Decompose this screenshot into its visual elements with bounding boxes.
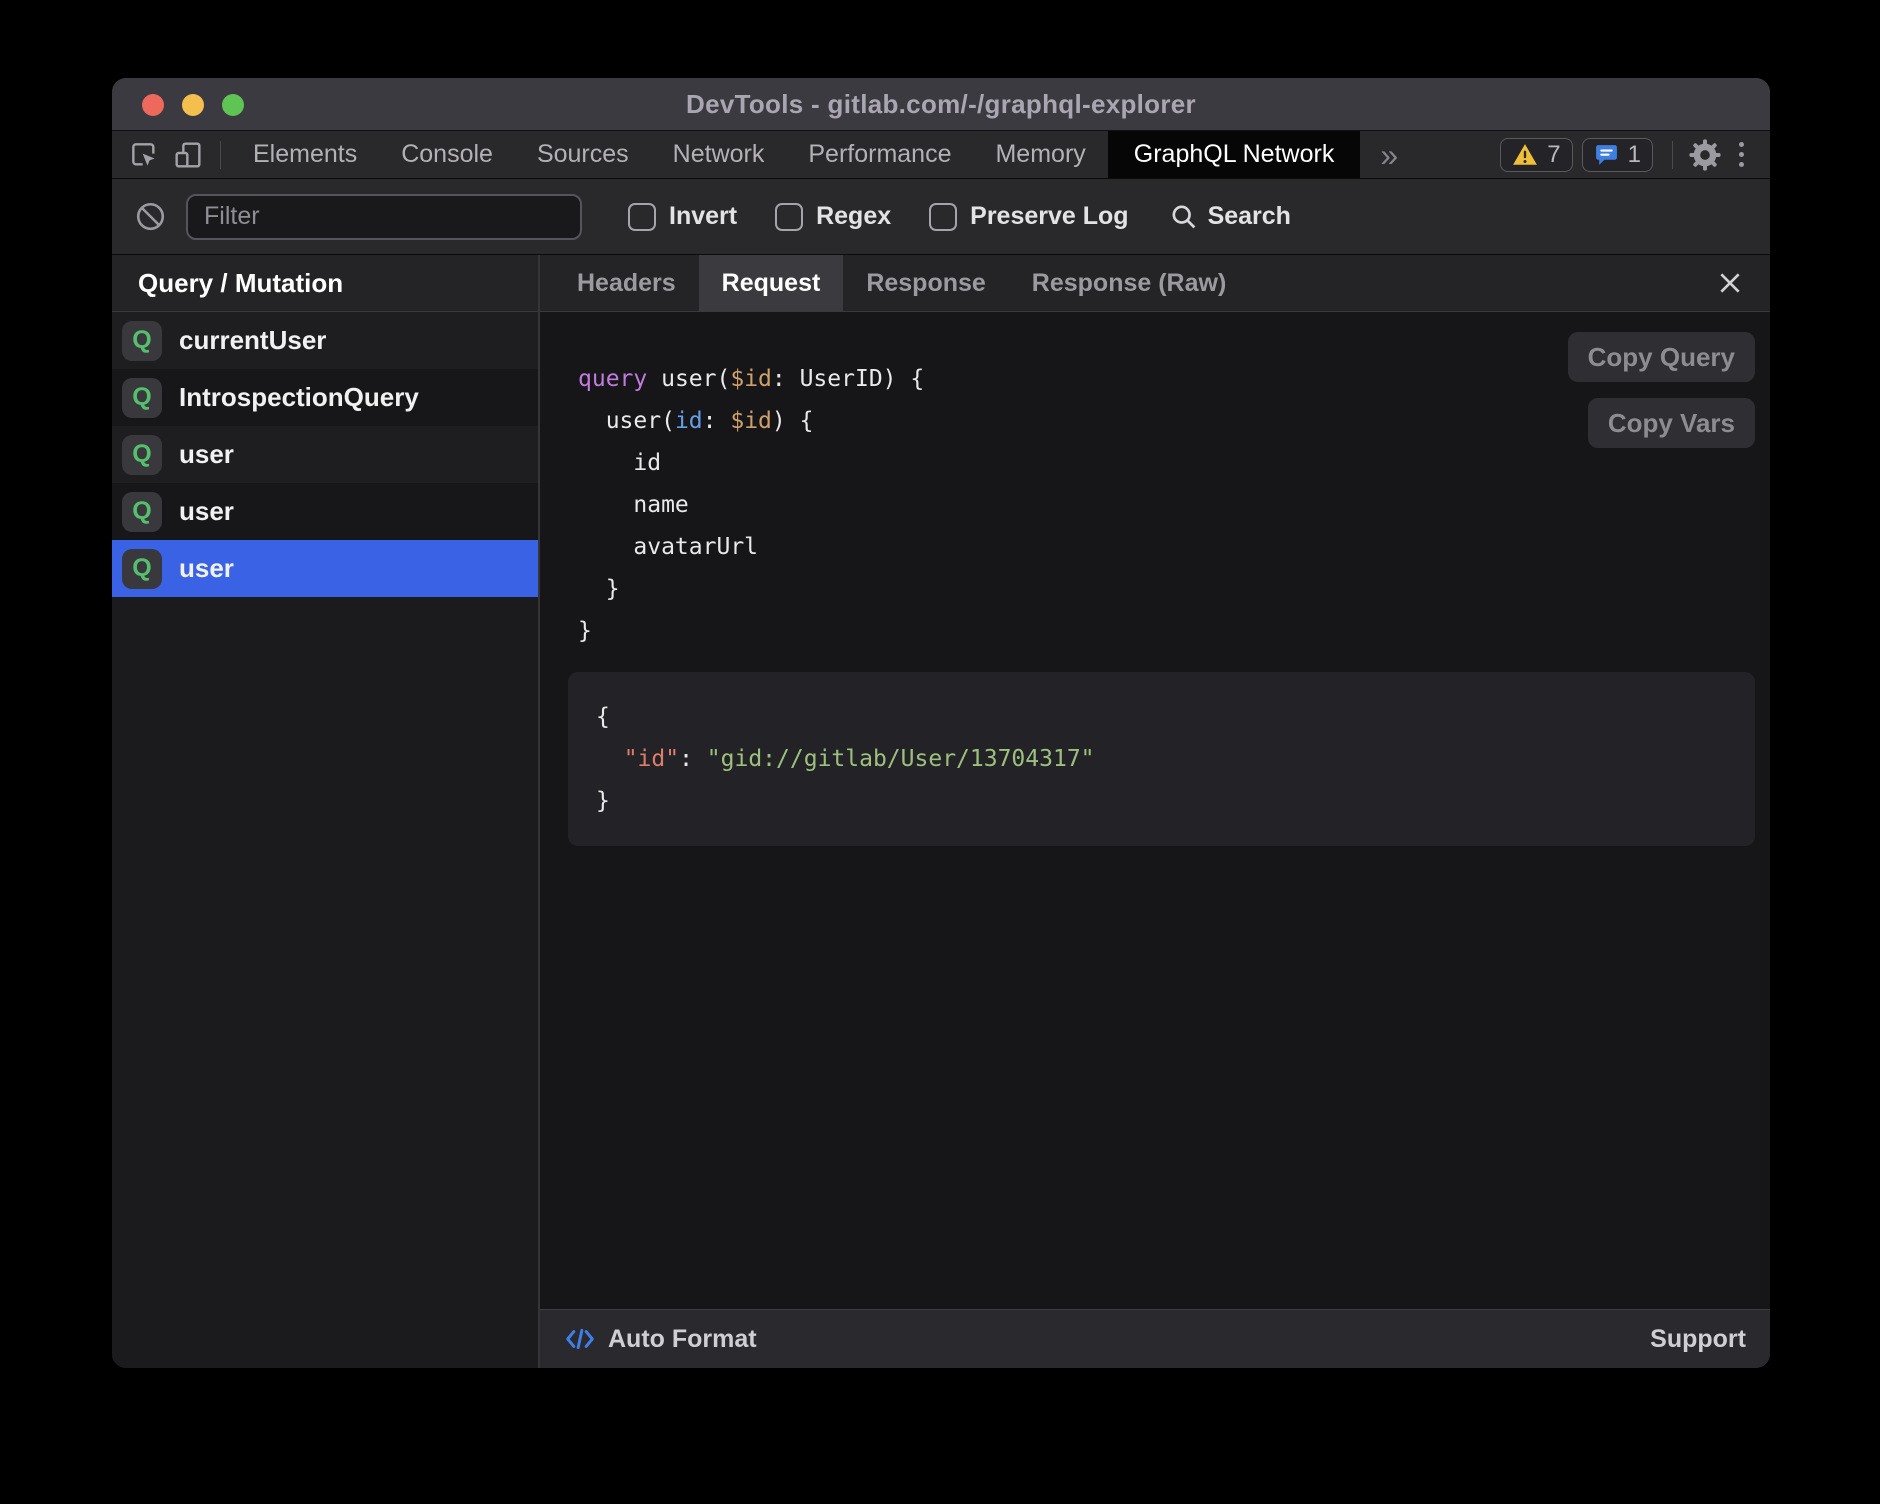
variables-box: { "id": "gid://gitlab/User/13704317"}: [568, 672, 1755, 846]
list-item-label: IntrospectionQuery: [179, 382, 419, 413]
list-item-label: user: [179, 496, 234, 527]
checkbox-box[interactable]: [628, 203, 656, 231]
checkbox-preserve-log[interactable]: Preserve Log: [929, 202, 1128, 231]
query-type-badge: Q: [122, 549, 162, 589]
checkbox-regex[interactable]: Regex: [775, 202, 891, 231]
checkbox-label: Regex: [816, 202, 891, 231]
tab-console[interactable]: Console: [379, 131, 515, 178]
list-item-label: currentUser: [179, 325, 326, 356]
tab-performance[interactable]: Performance: [786, 131, 973, 178]
copy-query-button[interactable]: Copy Query: [1568, 332, 1755, 382]
tab-elements[interactable]: Elements: [231, 131, 379, 178]
window-title: DevTools - gitlab.com/-/graphql-explorer: [686, 89, 1196, 120]
settings-gear-icon[interactable]: [1683, 131, 1727, 179]
filter-input[interactable]: [186, 194, 582, 240]
toolbar-divider: [220, 141, 221, 169]
auto-format-label[interactable]: Auto Format: [608, 1325, 757, 1354]
list-item-user[interactable]: Quser: [112, 426, 538, 483]
detail-tab-response-raw[interactable]: Response (Raw): [1009, 255, 1249, 311]
variables-code: { "id": "gid://gitlab/User/13704317"}: [596, 696, 1727, 822]
checkbox-box[interactable]: [775, 203, 803, 231]
inspect-element-icon[interactable]: [122, 131, 166, 179]
auto-format-icon[interactable]: [564, 1324, 596, 1354]
tab-sources[interactable]: Sources: [515, 131, 651, 178]
code-line: }: [578, 610, 1755, 652]
code-line: avatarUrl: [578, 526, 1755, 568]
sidebar-filler: [112, 597, 538, 1368]
more-options-kebab-icon[interactable]: [1727, 142, 1756, 167]
issues-count: 1: [1628, 141, 1641, 169]
warning-icon: [1512, 143, 1538, 167]
device-toolbar-icon[interactable]: [166, 131, 210, 179]
sidebar-header: Query / Mutation: [112, 255, 538, 312]
tab-network[interactable]: Network: [651, 131, 787, 178]
query-type-badge: Q: [122, 435, 162, 475]
warnings-count: 7: [1547, 141, 1560, 169]
detail-tab-headers[interactable]: Headers: [554, 255, 699, 311]
devtools-tab-strip: ElementsConsoleSourcesNetworkPerformance…: [231, 131, 1360, 178]
search-label: Search: [1208, 202, 1291, 231]
checkbox-invert[interactable]: Invert: [628, 202, 737, 231]
tab-memory[interactable]: Memory: [973, 131, 1107, 178]
sidebar: Query / Mutation QcurrentUserQIntrospect…: [112, 255, 540, 1368]
detail-tab-strip: HeadersRequestResponseResponse (Raw): [540, 255, 1770, 312]
toolbar-divider: [1672, 141, 1673, 169]
detail-tab-request[interactable]: Request: [699, 255, 844, 311]
copy-buttons: Copy Query Copy Vars: [1568, 332, 1755, 448]
checkbox-box[interactable]: [929, 203, 957, 231]
search-control[interactable]: Search: [1169, 202, 1291, 231]
query-type-badge: Q: [122, 321, 162, 361]
code-line: }: [578, 568, 1755, 610]
query-type-badge: Q: [122, 378, 162, 418]
chat-icon: [1594, 142, 1619, 167]
detail-panel: HeadersRequestResponseResponse (Raw) Cop…: [540, 255, 1770, 1368]
query-type-badge: Q: [122, 492, 162, 532]
code-line: }: [596, 780, 1727, 822]
more-tabs-chevron-icon[interactable]: »: [1360, 131, 1418, 179]
list-item-label: user: [179, 439, 234, 470]
close-icon[interactable]: [1712, 265, 1748, 301]
devtools-toolbar: ElementsConsoleSourcesNetworkPerformance…: [112, 131, 1770, 179]
tab-graphql-network[interactable]: GraphQL Network: [1108, 131, 1361, 178]
zoom-window-button[interactable]: [222, 94, 244, 116]
list-item-user[interactable]: Quser: [112, 483, 538, 540]
close-window-button[interactable]: [142, 94, 164, 116]
issues-badge[interactable]: 1: [1582, 138, 1653, 172]
traffic-lights: [142, 94, 244, 116]
detail-tabs-container: HeadersRequestResponseResponse (Raw): [554, 255, 1249, 311]
list-item-introspectionquery[interactable]: Q IntrospectionQuery: [112, 369, 538, 426]
devtools-window: DevTools - gitlab.com/-/graphql-explorer…: [112, 78, 1770, 1368]
main-content: Query / Mutation QcurrentUserQIntrospect…: [112, 255, 1770, 1368]
checkbox-label: Invert: [669, 202, 737, 231]
filter-bar: Invert Regex Preserve Log Search: [112, 179, 1770, 255]
support-link[interactable]: Support: [1650, 1325, 1746, 1354]
clear-block-icon[interactable]: [128, 193, 172, 241]
copy-vars-button[interactable]: Copy Vars: [1588, 398, 1755, 448]
warnings-badge[interactable]: 7: [1500, 138, 1572, 172]
list-item-currentuser[interactable]: QcurrentUser: [112, 312, 538, 369]
code-line: id: [578, 442, 1755, 484]
request-list: QcurrentUserQIntrospectionQueryQuserQuse…: [112, 312, 538, 597]
status-footer: Auto Format Support: [540, 1309, 1770, 1368]
minimize-window-button[interactable]: [182, 94, 204, 116]
search-icon: [1169, 202, 1198, 231]
filter-checkboxes: Invert Regex Preserve Log: [628, 202, 1129, 231]
title-bar: DevTools - gitlab.com/-/graphql-explorer: [112, 78, 1770, 131]
detail-tab-response[interactable]: Response: [843, 255, 1008, 311]
list-item-label: user: [179, 553, 234, 584]
code-line: "id": "gid://gitlab/User/13704317": [596, 738, 1727, 780]
list-item-user[interactable]: Quser: [112, 540, 538, 597]
code-line: {: [596, 696, 1727, 738]
code-line: name: [578, 484, 1755, 526]
checkbox-label: Preserve Log: [970, 202, 1128, 231]
request-view: Copy Query Copy Vars query user($id: Use…: [540, 312, 1770, 1309]
